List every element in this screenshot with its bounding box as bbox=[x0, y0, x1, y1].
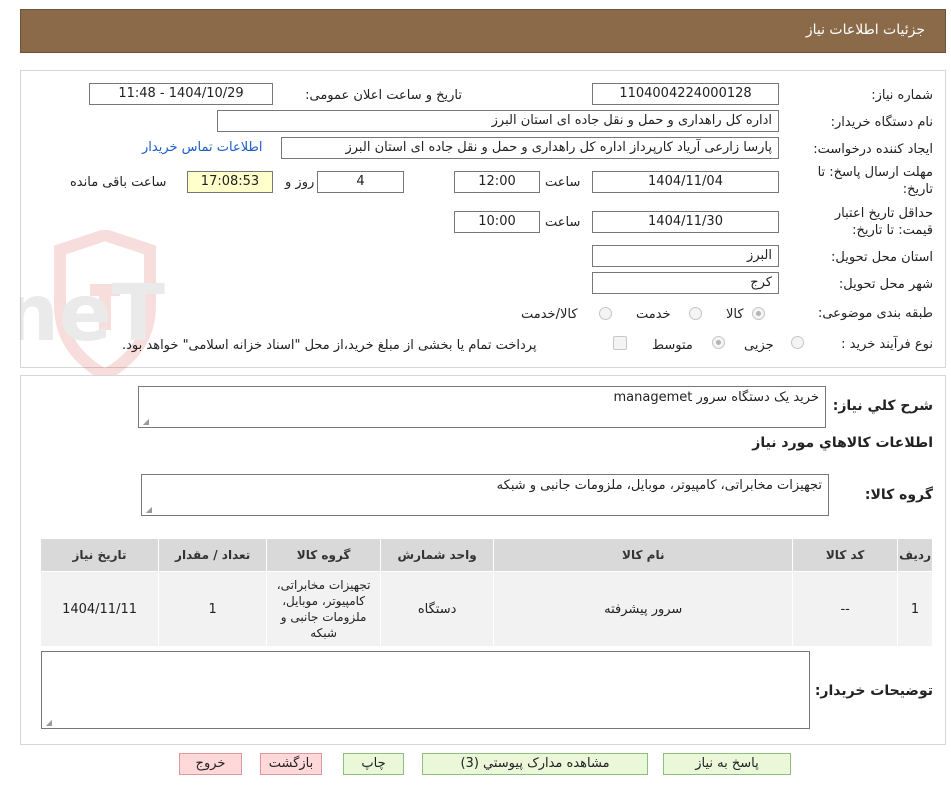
treasury-checkbox[interactable] bbox=[613, 336, 627, 350]
col-group: گروه کالا bbox=[266, 538, 381, 572]
col-date: تاريخ نياز bbox=[39, 538, 160, 572]
process-option-medium: متوسط bbox=[652, 338, 693, 353]
col-code: کد کالا bbox=[792, 538, 899, 572]
back-button[interactable]: بازگشت bbox=[260, 753, 322, 775]
announce-datetime-field: 1404/10/29 - 11:48 bbox=[89, 83, 273, 105]
city-label: شهر محل تحویل: bbox=[838, 277, 933, 292]
goods-info-title: اطلاعات کالاهاي مورد نياز bbox=[752, 435, 933, 451]
deadline-time-field: 12:00 bbox=[454, 171, 540, 193]
category-option-goods: کالا bbox=[726, 307, 744, 322]
goods-group-textarea[interactable]: تجهیزات مخابراتی، کامپیوتر، موبایل، ملزو… bbox=[141, 474, 829, 516]
deadline-time-label: ساعت bbox=[545, 175, 581, 190]
category-option-service: خدمت bbox=[636, 307, 671, 322]
resize-grip-icon[interactable]: ◢ bbox=[141, 418, 149, 426]
buyer-org-label: نام دستگاه خریدار: bbox=[830, 115, 933, 130]
remaining-time-label: ساعت باقی مانده bbox=[70, 175, 167, 190]
cell-group: تجهیزات مخابراتی، کامپیوتر، موبایل، ملزو… bbox=[266, 571, 381, 647]
category-radio-goods-service[interactable] bbox=[599, 307, 612, 320]
table-header-row: رديف کد کالا نام کالا واحد شمارش گروه کا… bbox=[39, 538, 933, 572]
requester-field: پارسا زارعی آریاد کارپرداز اداره کل راهد… bbox=[281, 137, 779, 159]
process-radio-minor[interactable] bbox=[791, 336, 804, 349]
cell-name: سرور پیشرفته bbox=[493, 571, 794, 647]
page-header: جزئیات اطلاعات نیاز bbox=[20, 9, 946, 53]
cell-code: -- bbox=[792, 571, 899, 647]
summary-label: شرح کلي نياز: bbox=[832, 398, 933, 414]
validity-date-field: 1404/11/30 bbox=[592, 211, 779, 233]
buyer-notes-textarea[interactable]: ◢ bbox=[41, 651, 810, 729]
reply-button[interactable]: پاسخ به نياز bbox=[663, 753, 791, 775]
col-qty: تعداد / مقدار bbox=[158, 538, 268, 572]
goods-table: رديف کد کالا نام کالا واحد شمارش گروه کا… bbox=[39, 538, 933, 647]
col-name: نام کالا bbox=[493, 538, 794, 572]
cell-date: 1404/11/11 bbox=[39, 571, 160, 647]
buyer-contact-link[interactable]: اطلاعات تماس خریدار bbox=[142, 140, 262, 155]
category-label: طبقه بندی موضوعی: bbox=[817, 306, 933, 321]
validity-time-label: ساعت bbox=[545, 215, 581, 230]
resize-grip-icon[interactable]: ◢ bbox=[144, 506, 152, 514]
need-number-field: 1104004224000128 bbox=[592, 83, 779, 105]
deadline-days-label: روز و bbox=[285, 175, 315, 190]
cell-qty: 1 bbox=[158, 571, 268, 647]
page-title: جزئیات اطلاعات نیاز bbox=[805, 22, 925, 38]
buyer-org-field: اداره کل راهداری و حمل و نقل جاده ای است… bbox=[217, 110, 779, 132]
col-row: رديف bbox=[897, 538, 933, 572]
summary-textarea[interactable]: خرید یک دستگاه سرور managemet ◢ bbox=[138, 386, 826, 428]
province-field: البرز bbox=[592, 245, 779, 267]
process-option-minor: جزیی bbox=[744, 338, 774, 353]
resize-grip-icon[interactable]: ◢ bbox=[44, 719, 52, 727]
announce-datetime-label: تاریخ و ساعت اعلان عمومی: bbox=[305, 88, 462, 103]
category-option-goods-service: کالا/خدمت bbox=[521, 307, 578, 322]
process-radio-medium[interactable] bbox=[712, 336, 725, 349]
cell-row: 1 bbox=[897, 571, 933, 647]
validity-label-line1: حداقل تاریخ اعتبار bbox=[834, 206, 933, 221]
print-button[interactable]: چاپ bbox=[343, 753, 404, 775]
city-field: کرج bbox=[592, 272, 779, 294]
validity-label-line2: قیمت: تا تاریخ: bbox=[852, 223, 933, 238]
category-radio-goods[interactable] bbox=[752, 307, 765, 320]
treasury-note: پرداخت تمام یا بخشی از مبلغ خرید،از محل … bbox=[122, 338, 537, 353]
goods-group-text: تجهیزات مخابراتی، کامپیوتر، موبایل، ملزو… bbox=[496, 478, 822, 493]
exit-button[interactable]: خروج bbox=[179, 753, 242, 775]
validity-time-field: 10:00 bbox=[454, 211, 540, 233]
remaining-time-field: 17:08:53 bbox=[187, 171, 273, 193]
col-unit: واحد شمارش bbox=[379, 538, 495, 572]
goods-group-label: گروه کالا: bbox=[864, 487, 933, 503]
deadline-label-line1: مهلت ارسال پاسخ: تا bbox=[817, 165, 933, 180]
requester-label: ایجاد کننده درخواست: bbox=[813, 142, 933, 157]
attachments-button[interactable]: مشاهده مدارک پيوستي (3) bbox=[422, 753, 648, 775]
summary-text: خرید یک دستگاه سرور managemet bbox=[613, 390, 819, 405]
province-label: استان محل تحویل: bbox=[831, 250, 933, 265]
cell-unit: دستگاه bbox=[379, 571, 495, 647]
buyer-notes-label: توضیحات خریدار: bbox=[814, 683, 933, 699]
process-label: نوع فرآیند خرید : bbox=[841, 337, 933, 352]
deadline-days-field: 4 bbox=[317, 171, 404, 193]
deadline-label-line2: تاریخ: bbox=[902, 182, 933, 197]
deadline-date-field: 1404/11/04 bbox=[592, 171, 779, 193]
category-radio-service[interactable] bbox=[689, 307, 702, 320]
need-number-label: شماره نیاز: bbox=[871, 88, 933, 103]
table-row: 1 -- سرور پیشرفته دستگاه تجهیزات مخابرات… bbox=[39, 571, 933, 647]
